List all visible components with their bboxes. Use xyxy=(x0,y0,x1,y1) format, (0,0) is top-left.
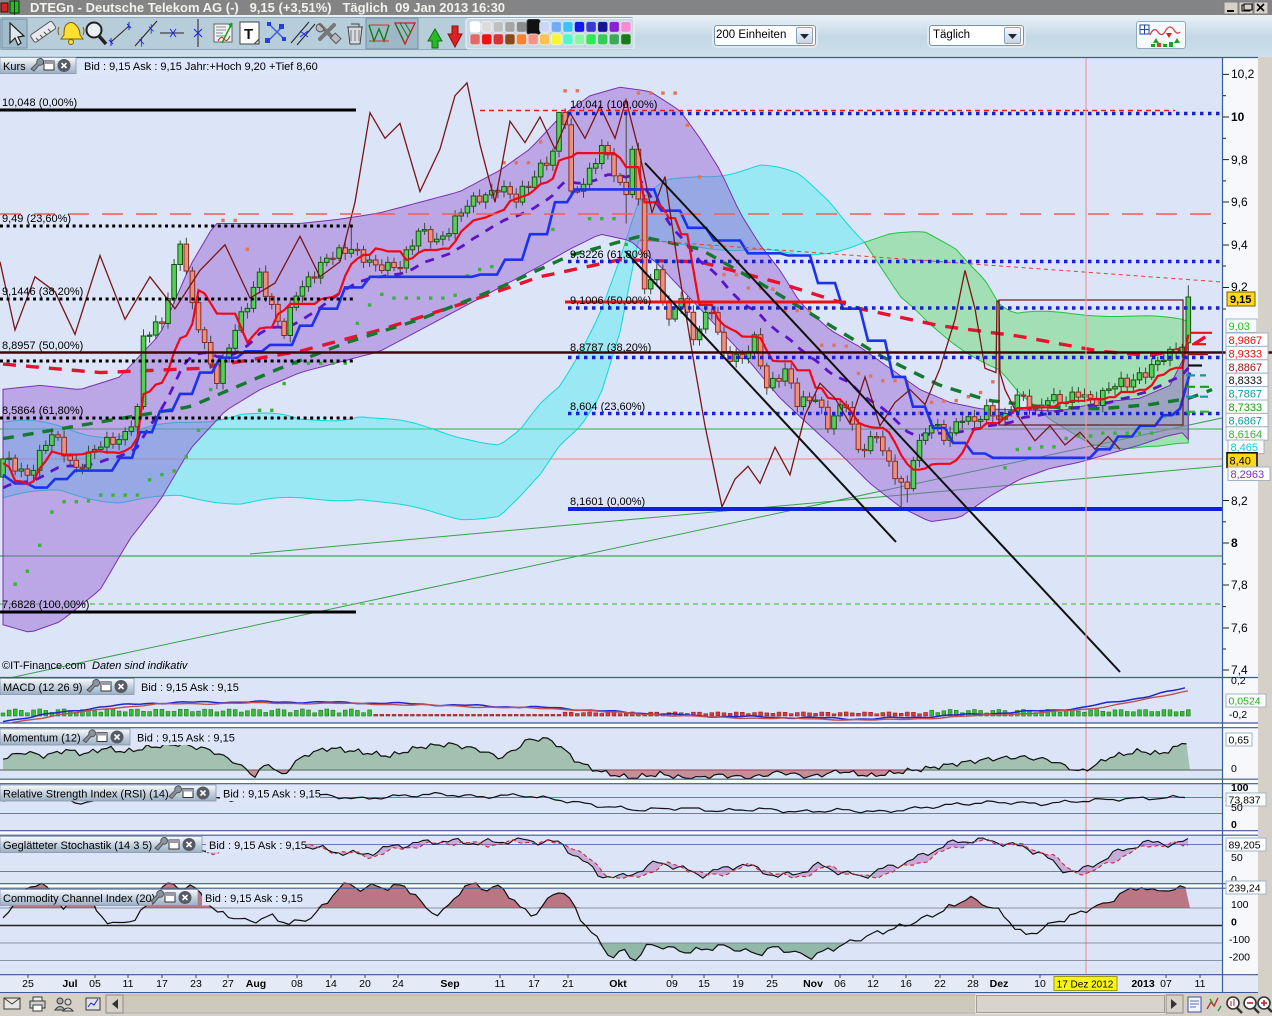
svg-text:27: 27 xyxy=(222,978,234,990)
svg-text:8,6867: 8,6867 xyxy=(1229,415,1263,427)
svg-text:Aug: Aug xyxy=(246,978,266,990)
svg-text:10: 10 xyxy=(1034,978,1046,990)
svg-text:14: 14 xyxy=(325,978,337,990)
svg-text:Commodity Channel Index (20): Commodity Channel Index (20) xyxy=(3,893,155,905)
svg-text:Sep: Sep xyxy=(440,978,459,990)
svg-text:8,8333: 8,8333 xyxy=(1229,375,1263,387)
svg-text:10,048 (0,00%): 10,048 (0,00%) xyxy=(2,97,77,109)
svg-text:22: 22 xyxy=(934,978,946,990)
svg-text:8,5864 (61,80%): 8,5864 (61,80%) xyxy=(2,405,83,417)
svg-text:0: 0 xyxy=(1231,917,1237,929)
svg-text:Nov: Nov xyxy=(803,978,823,990)
svg-text:21: 21 xyxy=(562,978,574,990)
svg-text:0: 0 xyxy=(1231,819,1237,831)
svg-text:7,6: 7,6 xyxy=(1231,621,1248,635)
svg-text:9,15: 9,15 xyxy=(1230,294,1251,306)
svg-text:8,7867: 8,7867 xyxy=(1229,389,1263,401)
svg-text:Relative Strength Index (RSI): Relative Strength Index (RSI) (14) xyxy=(3,789,169,801)
svg-text:8,1601 (0,00%): 8,1601 (0,00%) xyxy=(570,496,645,508)
svg-text:Daten sind indikativ: Daten sind indikativ xyxy=(92,660,189,672)
svg-text:Geglätteter Stochastik (14 3 5: Geglätteter Stochastik (14 3 5) xyxy=(3,840,152,852)
svg-text:11: 11 xyxy=(1195,978,1206,990)
svg-text:7,6828 (100,00%): 7,6828 (100,00%) xyxy=(2,599,89,611)
svg-text:9,6: 9,6 xyxy=(1231,195,1248,209)
svg-text:10,2: 10,2 xyxy=(1231,67,1255,81)
svg-text:Bid : 9,15 Ask : 9,15: Bid : 9,15 Ask : 9,15 xyxy=(223,789,321,801)
svg-text:Kurs: Kurs xyxy=(3,61,26,73)
svg-text:9,49 (23,60%): 9,49 (23,60%) xyxy=(2,213,71,225)
svg-text:9,4: 9,4 xyxy=(1231,238,1248,252)
svg-text:11: 11 xyxy=(495,978,506,990)
svg-text:0: 0 xyxy=(1231,763,1237,775)
svg-text:8,2963: 8,2963 xyxy=(1231,469,1265,481)
svg-text:9,1446 (38,20%): 9,1446 (38,20%) xyxy=(2,286,83,298)
svg-text:0,2: 0,2 xyxy=(1231,675,1246,687)
svg-text:-200: -200 xyxy=(1229,952,1250,964)
svg-text:12: 12 xyxy=(867,978,879,990)
svg-text:09: 09 xyxy=(666,978,678,990)
svg-text:16: 16 xyxy=(900,978,912,990)
svg-text:9,3226 (61,80%): 9,3226 (61,80%) xyxy=(570,249,651,261)
svg-text:8,40: 8,40 xyxy=(1230,455,1251,467)
svg-text:MACD (12 26 9): MACD (12 26 9) xyxy=(3,682,82,694)
svg-text:17 Dez 2012: 17 Dez 2012 xyxy=(1057,980,1114,991)
svg-text:17: 17 xyxy=(156,978,168,990)
svg-text:0,0524: 0,0524 xyxy=(1229,696,1261,708)
svg-text:24: 24 xyxy=(392,978,404,990)
svg-text:50: 50 xyxy=(1231,852,1243,864)
svg-text:10: 10 xyxy=(1231,110,1245,124)
svg-text:20: 20 xyxy=(359,978,371,990)
svg-text:28: 28 xyxy=(967,978,979,990)
svg-text:05: 05 xyxy=(89,978,101,990)
svg-text:8,604 (23,60%): 8,604 (23,60%) xyxy=(570,401,645,413)
svg-text:11: 11 xyxy=(123,978,134,990)
svg-text:-0,2: -0,2 xyxy=(1229,709,1247,721)
svg-text:100: 100 xyxy=(1231,899,1249,911)
svg-text:8,6164: 8,6164 xyxy=(1229,429,1263,441)
svg-text:25: 25 xyxy=(22,978,34,990)
svg-text:8,7333: 8,7333 xyxy=(1229,402,1263,414)
svg-text:10,041 (100,00%): 10,041 (100,00%) xyxy=(570,99,657,111)
svg-text:239,24: 239,24 xyxy=(1229,883,1261,895)
svg-text:Bid : 9,15 Ask : 9,15: Bid : 9,15 Ask : 9,15 xyxy=(141,682,239,694)
svg-text:9,03: 9,03 xyxy=(1229,321,1250,333)
svg-text:7,8: 7,8 xyxy=(1231,578,1248,592)
svg-text:Momentum (12): Momentum (12) xyxy=(3,733,81,745)
svg-text:23: 23 xyxy=(190,978,202,990)
svg-text:8,9333: 8,9333 xyxy=(1229,348,1263,360)
svg-text:Bid : 9,15 Ask : 9,15: Bid : 9,15 Ask : 9,15 xyxy=(209,840,307,852)
svg-text:25: 25 xyxy=(766,978,778,990)
svg-text:19: 19 xyxy=(732,978,744,990)
svg-text:8: 8 xyxy=(1231,536,1238,550)
svg-text:Bid : 9,15 Ask : 9,15: Bid : 9,15 Ask : 9,15 xyxy=(205,893,303,905)
svg-text:2013: 2013 xyxy=(1131,978,1155,990)
svg-text:-100: -100 xyxy=(1229,934,1250,946)
svg-text:06: 06 xyxy=(834,978,846,990)
svg-text:8,8787 (38,20%): 8,8787 (38,20%) xyxy=(570,342,651,354)
svg-text:Okt: Okt xyxy=(609,978,627,990)
svg-text:Jul: Jul xyxy=(62,978,77,990)
svg-text:100: 100 xyxy=(1231,782,1249,794)
svg-text:15: 15 xyxy=(698,978,710,990)
svg-text:8,8957 (50,00%): 8,8957 (50,00%) xyxy=(2,340,83,352)
svg-text:17: 17 xyxy=(528,978,540,990)
svg-text:9,1006 (50,00%): 9,1006 (50,00%) xyxy=(570,295,651,307)
svg-text:08: 08 xyxy=(291,978,303,990)
svg-text:9,8: 9,8 xyxy=(1231,153,1248,167)
svg-text:89,205: 89,205 xyxy=(1229,840,1261,852)
svg-text:0,65: 0,65 xyxy=(1229,735,1250,747)
svg-text:Bid : 9,15 Ask : 9,15: Bid : 9,15 Ask : 9,15 xyxy=(137,733,235,745)
svg-text:07: 07 xyxy=(1160,978,1172,990)
svg-text:8,9867: 8,9867 xyxy=(1229,335,1263,347)
svg-text:©IT-Finance.com: ©IT-Finance.com xyxy=(2,660,86,672)
svg-text:50: 50 xyxy=(1231,802,1243,814)
svg-text:8,2: 8,2 xyxy=(1231,494,1248,508)
svg-text:Bid : 9,15 Ask : 9,15 Jahr:+Ho: Bid : 9,15 Ask : 9,15 Jahr:+Hoch 9,20 +T… xyxy=(84,61,318,73)
svg-text:8,8867: 8,8867 xyxy=(1229,362,1263,374)
svg-text:Dez: Dez xyxy=(990,978,1009,990)
